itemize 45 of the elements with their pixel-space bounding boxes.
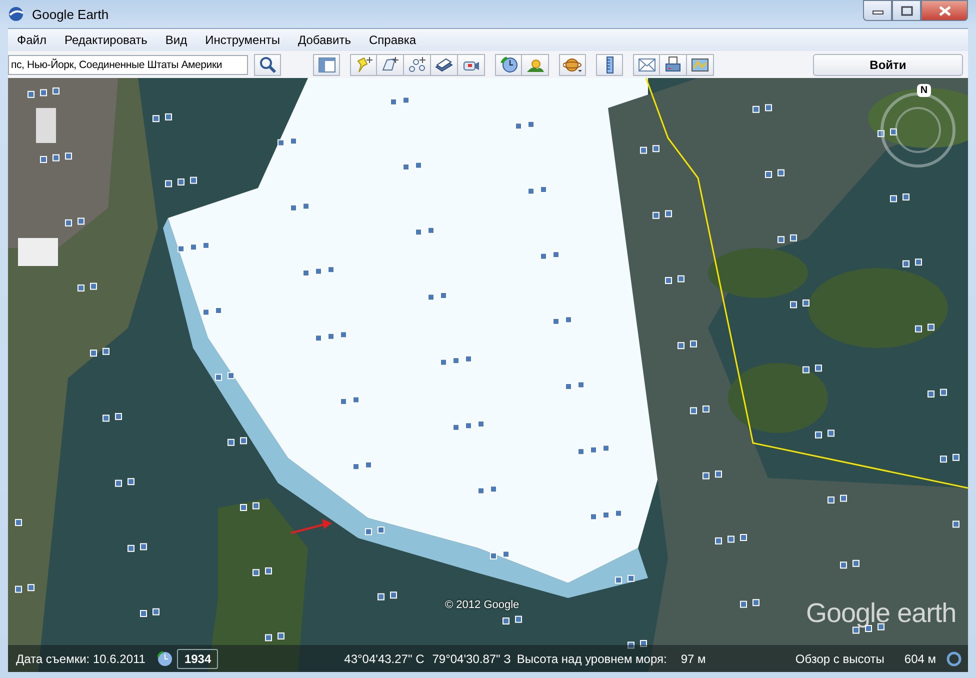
menu-item[interactable]: Добавить [288,33,360,47]
minimize-button[interactable] [863,0,892,21]
toolbar-button[interactable] [522,54,549,76]
maximize-button[interactable] [892,0,921,21]
sidebar-icon [316,54,336,74]
toolbar-button[interactable] [633,54,660,76]
menu-item[interactable]: Инструменты [196,33,289,47]
path-icon [407,54,427,74]
toolbar-button[interactable] [377,54,404,76]
latitude-text: 43°04'43.27" С [344,652,424,666]
menu-item[interactable]: Справка [360,33,426,47]
toolbar-button[interactable] [660,54,687,76]
clock-icon[interactable] [157,650,174,666]
maximize-icon [900,6,912,16]
historical-year-field[interactable]: 1934 [177,648,218,668]
longitude-text: 79°04'30.87" З [432,652,511,666]
menu-item[interactable]: Вид [156,33,196,47]
search-field[interactable]: пс, Нью-Йорк, Соединенные Штаты Америки [8,54,248,74]
menu-item[interactable]: Файл [8,33,56,47]
toolbar-button[interactable] [458,54,485,76]
printer-icon [663,54,683,74]
eye-altitude-value: 604 м [904,652,936,666]
elevation-label: Высота над уровнем моря: [516,652,667,666]
toolbar-button[interactable] [313,54,340,76]
eye-altitude-label: Обзор с высоты [795,652,884,666]
copyright-text: © 2012 Google [445,599,520,611]
clock-icon [498,54,518,74]
app-logo-icon [8,6,24,22]
watermark-logo: Google earth [806,598,956,629]
close-icon [938,6,950,16]
imagery-date: Дата съемки: 10.6.2011 [16,652,146,666]
menu-item[interactable]: Редактировать [56,33,156,47]
elevation-value: 97 м [680,652,706,666]
toolbar-button[interactable] [431,54,458,76]
toolbar-button[interactable] [404,54,431,76]
loading-ring-icon [946,650,962,666]
toolbar-button[interactable] [495,54,522,76]
toolbar-button[interactable] [596,54,623,76]
toolbar-button[interactable] [687,54,714,76]
window-title: Google Earth [32,6,109,22]
toolbar-button[interactable] [559,54,586,76]
sign-in-button[interactable]: Войти [813,54,963,76]
close-button[interactable] [921,0,968,21]
compass-north-label[interactable]: N [917,84,931,97]
search-button[interactable] [254,54,281,76]
